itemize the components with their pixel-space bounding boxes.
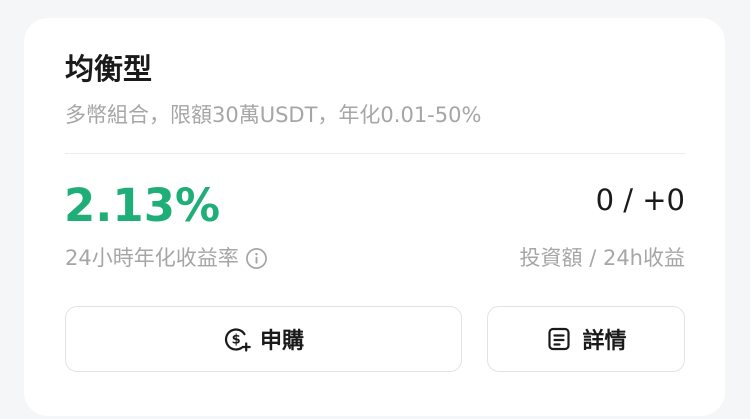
subscribe-button[interactable]: $ 申購 [65, 306, 462, 372]
investment-label: 投資額 / 24h收益 [519, 246, 685, 270]
apr-label: 24小時年化收益率 [65, 246, 239, 270]
details-button[interactable]: 詳情 [487, 306, 685, 372]
strategy-title: 均衡型 [65, 52, 153, 86]
investment-value: 0 / +0 [595, 183, 685, 217]
subscribe-button-label: 申購 [259, 329, 304, 354]
strategy-subtitle: 多幣組合，限額30萬USDT，年化0.01-50% [65, 103, 482, 127]
apr-value: 2.13% [64, 179, 221, 232]
document-icon [545, 325, 573, 353]
svg-text:$: $ [232, 333, 241, 348]
info-icon[interactable] [245, 247, 268, 270]
dollar-plus-icon: $ [223, 325, 251, 353]
details-button-label: 詳情 [582, 329, 627, 354]
divider [65, 153, 685, 154]
strategy-card: 均衡型 多幣組合，限額30萬USDT，年化0.01-50% 2.13% 24小時… [24, 18, 725, 416]
apr-label-row: 24小時年化收益率 [65, 242, 268, 274]
